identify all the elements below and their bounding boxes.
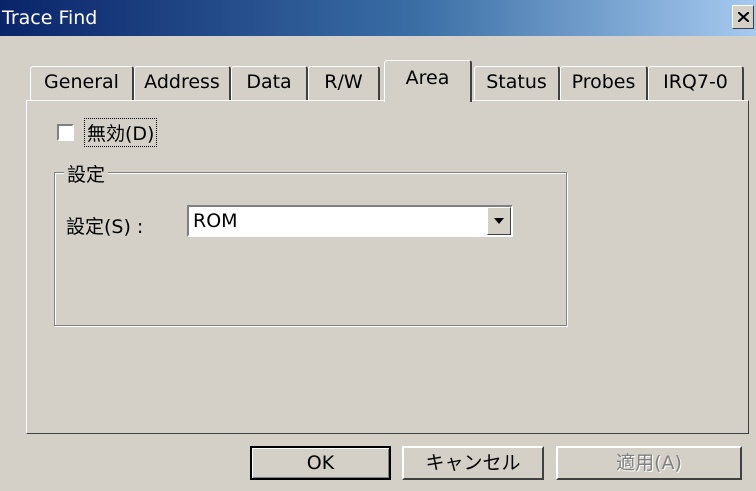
- tab-data[interactable]: Data: [231, 66, 308, 100]
- tab-label: Probes: [571, 71, 636, 93]
- tab-probes[interactable]: Probes: [560, 66, 648, 100]
- cancel-button-label: キャンセル: [425, 452, 521, 474]
- close-button[interactable]: [732, 5, 754, 29]
- setting-field-label: 設定(S) :: [66, 216, 144, 238]
- tab-area[interactable]: Area: [384, 60, 472, 102]
- apply-button[interactable]: 適用(A): [556, 446, 742, 480]
- tab-label: Status: [486, 71, 547, 93]
- ok-button[interactable]: OK: [250, 446, 391, 480]
- setting-select-value: ROM: [193, 210, 238, 232]
- tab-label: Data: [246, 71, 292, 93]
- title-bar: Trace Find: [0, 0, 756, 36]
- apply-button-label: 適用(A): [616, 452, 682, 474]
- tab-label: IRQ7-0: [663, 71, 728, 93]
- ok-button-label: OK: [306, 452, 335, 474]
- tab-status[interactable]: Status: [474, 66, 560, 100]
- cancel-button[interactable]: キャンセル: [402, 446, 544, 480]
- tab-general[interactable]: General: [30, 66, 134, 100]
- disable-checkbox[interactable]: [57, 124, 74, 141]
- tab-label: Area: [405, 67, 450, 89]
- tab-label: Address: [144, 71, 220, 93]
- tab-rw[interactable]: R/W: [308, 66, 380, 100]
- disable-checkbox-label[interactable]: 無効(D): [84, 118, 158, 147]
- tab-irq7-0[interactable]: IRQ7-0: [648, 66, 744, 100]
- settings-groupbox: [54, 172, 567, 326]
- tab-label: R/W: [324, 71, 363, 93]
- settings-group-title: 設定: [64, 160, 109, 187]
- tab-address[interactable]: Address: [134, 66, 231, 100]
- chevron-down-icon: [494, 218, 504, 224]
- setting-select[interactable]: ROM: [187, 205, 513, 237]
- tab-label: General: [44, 71, 119, 93]
- window-title: Trace Find: [2, 7, 98, 29]
- dropdown-button[interactable]: [487, 207, 511, 235]
- close-icon: [738, 12, 749, 22]
